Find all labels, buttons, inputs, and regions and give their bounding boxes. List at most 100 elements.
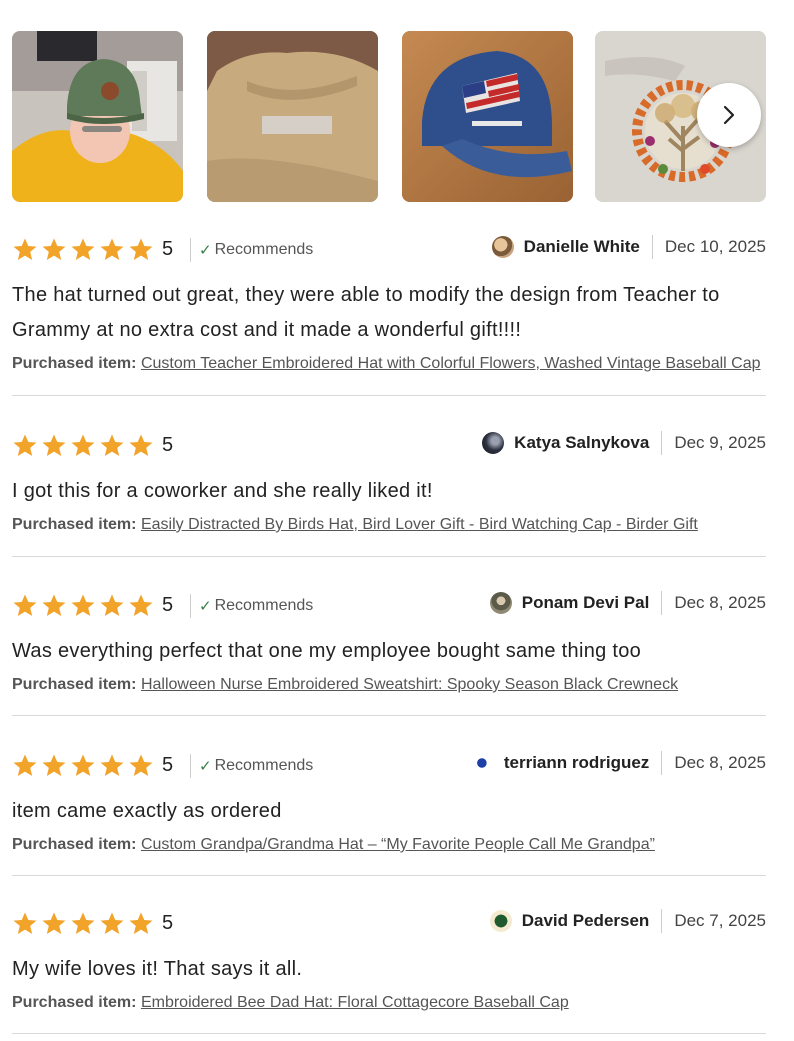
review-photo-1[interactable] — [12, 31, 183, 202]
purchased-label: Purchased item: — [12, 516, 137, 533]
star-icon — [13, 434, 37, 456]
review-text: I got this for a coworker and she really… — [12, 480, 433, 502]
recommends-badge: ✓ Recommends — [199, 241, 313, 259]
review-divider — [12, 1033, 766, 1034]
star-icon — [129, 912, 153, 934]
divider — [190, 594, 191, 618]
rating-value: 5 — [162, 912, 174, 934]
review-author: David Pedersen Dec 7, 2025 — [489, 909, 766, 933]
star-icon — [100, 238, 124, 260]
star-rating — [12, 753, 154, 779]
purchased-item: Purchased item: Custom Teacher Embroider… — [12, 355, 766, 373]
review-divider — [12, 875, 766, 876]
review-date: Dec 7, 2025 — [674, 911, 766, 930]
purchased-item-link[interactable]: Custom Teacher Embroidered Hat with Colo… — [141, 355, 761, 372]
star-rating — [12, 593, 154, 619]
star-icon — [100, 754, 124, 776]
review-author: Katya Salnykova Dec 9, 2025 — [482, 431, 766, 455]
star-rating — [12, 911, 154, 937]
author-name[interactable]: Danielle White — [524, 237, 640, 257]
review-date: Dec 8, 2025 — [674, 593, 766, 612]
purchased-label: Purchased item: — [12, 994, 137, 1011]
divider — [661, 909, 663, 933]
recommends-label: Recommends — [214, 241, 314, 258]
gallery-next-button[interactable] — [697, 83, 761, 147]
review-date: Dec 10, 2025 — [664, 237, 766, 256]
divider — [661, 431, 663, 455]
purchased-item-link[interactable]: Easily Distracted By Birds Hat, Bird Lov… — [141, 516, 698, 533]
review-author: Ponam Devi Pal Dec 8, 2025 — [489, 591, 766, 615]
photo-blue-usa-cap — [402, 31, 573, 202]
recommends-label: Recommends — [214, 757, 314, 774]
review-divider — [12, 715, 766, 716]
author-name[interactable]: terriann rodriguez — [504, 753, 649, 773]
star-icon — [129, 594, 153, 616]
review-text: item came exactly as ordered — [12, 800, 282, 822]
purchased-label: Purchased item: — [12, 355, 137, 372]
review-divider — [12, 556, 766, 557]
purchased-item: Purchased item: Embroidered Bee Dad Hat:… — [12, 994, 766, 1012]
recommends-badge: ✓ Recommends — [199, 757, 313, 775]
recommends-label: Recommends — [214, 597, 314, 614]
avatar[interactable] — [482, 432, 505, 454]
author-name[interactable]: Ponam Devi Pal — [522, 593, 650, 613]
review-item: 5 ✓ Recommends Danielle White Dec 10, 20… — [12, 232, 766, 373]
divider — [661, 591, 663, 615]
divider — [661, 751, 663, 775]
review-photo-gallery — [12, 31, 768, 202]
avatar[interactable] — [471, 752, 494, 774]
star-icon — [42, 754, 66, 776]
review-photo-2[interactable] — [207, 31, 378, 202]
purchased-item-link[interactable]: Embroidered Bee Dad Hat: Floral Cottagec… — [141, 994, 569, 1011]
rating-value: 5 — [162, 434, 174, 456]
star-icon — [71, 238, 95, 260]
divider — [651, 235, 653, 259]
star-icon — [42, 238, 66, 260]
avatar[interactable] — [489, 592, 512, 614]
review-item: 5 David Pedersen Dec 7, 2025 My wife lov… — [12, 906, 766, 1012]
review-text: The hat turned out great, they were able… — [12, 284, 720, 341]
review-item: 5 ✓ Recommends terriann rodriguez Dec 8,… — [12, 748, 766, 854]
review-date: Dec 9, 2025 — [674, 433, 766, 452]
star-icon — [129, 754, 153, 776]
review-date: Dec 8, 2025 — [674, 753, 766, 772]
review-divider — [12, 395, 766, 396]
rating-value: 5 — [162, 594, 174, 616]
purchased-item-link[interactable]: Custom Grandpa/Grandma Hat – “My Favorit… — [141, 836, 655, 853]
star-icon — [71, 594, 95, 616]
review-photo-3[interactable] — [402, 31, 573, 202]
star-rating — [12, 433, 154, 459]
star-icon — [71, 912, 95, 934]
photo-person-green-hat — [12, 31, 183, 202]
avatar[interactable] — [491, 236, 514, 258]
star-rating — [12, 237, 154, 263]
purchased-item-link[interactable]: Halloween Nurse Embroidered Sweatshirt: … — [141, 676, 678, 693]
star-icon — [42, 434, 66, 456]
recommends-badge: ✓ Recommends — [199, 597, 313, 615]
star-icon — [129, 434, 153, 456]
star-icon — [100, 594, 124, 616]
author-name[interactable]: Katya Salnykova — [514, 433, 649, 453]
star-icon — [129, 238, 153, 260]
review-text: Was everything perfect that one my emplo… — [12, 640, 642, 662]
author-name[interactable]: David Pedersen — [522, 911, 650, 931]
review-author: Danielle White Dec 10, 2025 — [491, 235, 766, 259]
star-icon — [13, 754, 37, 776]
star-icon — [100, 434, 124, 456]
rating-value: 5 — [162, 238, 174, 260]
review-author: terriann rodriguez Dec 8, 2025 — [471, 751, 766, 775]
star-icon — [42, 594, 66, 616]
avatar[interactable] — [489, 910, 512, 932]
review-item: 5 ✓ Recommends Ponam Devi Pal Dec 8, 202… — [12, 588, 766, 694]
check-icon: ✓ — [199, 758, 212, 775]
check-icon: ✓ — [199, 242, 212, 259]
divider — [190, 238, 191, 262]
purchased-label: Purchased item: — [12, 836, 137, 853]
photo-tan-sweatshirt — [207, 31, 378, 202]
divider — [190, 754, 191, 778]
purchased-item: Purchased item: Easily Distracted By Bir… — [12, 516, 766, 534]
star-icon — [42, 912, 66, 934]
star-icon — [13, 238, 37, 260]
chevron-right-icon — [723, 105, 735, 125]
review-item: 5 Katya Salnykova Dec 9, 2025 I got this… — [12, 428, 766, 534]
